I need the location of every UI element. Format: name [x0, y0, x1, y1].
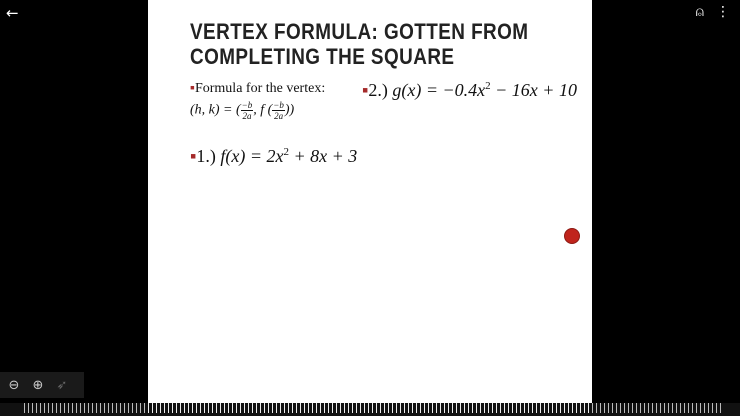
problem-1-number: 1.) — [196, 146, 216, 166]
laser-pointer-dot — [564, 228, 580, 244]
zoom-out-icon[interactable]: ⊖ — [6, 378, 22, 393]
problem-1-expr: f(x) = 2x — [220, 146, 284, 166]
timeline-active-range[interactable] — [148, 403, 592, 413]
title-line-2: COMPLETING THE SQUARE — [190, 44, 455, 69]
slide-canvas: VERTEX FORMULA: GOTTEN FROM COMPLETING T… — [148, 0, 592, 416]
problem-2-expr: g(x) = −0.4x — [392, 80, 486, 100]
fraction-1: −b 2a — [240, 100, 254, 121]
vertex-formula: (h, k) = (−b 2a, f (−b 2a)) — [190, 100, 294, 121]
fraction-numerator: −b — [272, 100, 285, 111]
problem-2-number: 2.) — [368, 80, 388, 100]
formula-prefix: (h, k) = ( — [190, 102, 241, 118]
toolbar-right: ⍝ ⋮ — [696, 4, 730, 20]
fraction-denominator: 2a — [274, 111, 284, 121]
zoom-toolbar: ⊖ ⊕ ➶ — [0, 372, 84, 398]
problem-1: ▪1.) f(x) = 2x2 + 8x + 3 — [190, 146, 357, 167]
formula-label-text: Formula for the vertex: — [194, 81, 326, 96]
fraction-denominator: 2a — [242, 111, 252, 121]
zoom-in-icon[interactable]: ⊕ — [30, 378, 46, 393]
slide-title: VERTEX FORMULA: GOTTEN FROM COMPLETING T… — [190, 19, 528, 69]
account-question-icon[interactable]: ⍝ — [696, 4, 704, 20]
title-line-1: VERTEX FORMULA: GOTTEN FROM — [190, 19, 529, 44]
more-vertical-icon[interactable]: ⋮ — [716, 4, 730, 20]
formula-end: )) — [284, 102, 295, 118]
formula-mid: , f ( — [253, 102, 273, 118]
laser-pointer-icon[interactable]: ➶ — [54, 378, 70, 393]
arrow-left-icon[interactable]: ← — [6, 4, 24, 22]
problem-2-expr-rest: − 16x + 10 — [490, 80, 577, 100]
problem-2: ▪2.) g(x) = −0.4x2 − 16x + 10 — [362, 80, 577, 101]
problem-1-expr-rest: + 8x + 3 — [289, 146, 358, 166]
fraction-2: −b 2a — [272, 100, 285, 121]
formula-label: ▪Formula for the vertex: — [190, 81, 325, 97]
fraction-numerator: −b — [240, 100, 254, 111]
